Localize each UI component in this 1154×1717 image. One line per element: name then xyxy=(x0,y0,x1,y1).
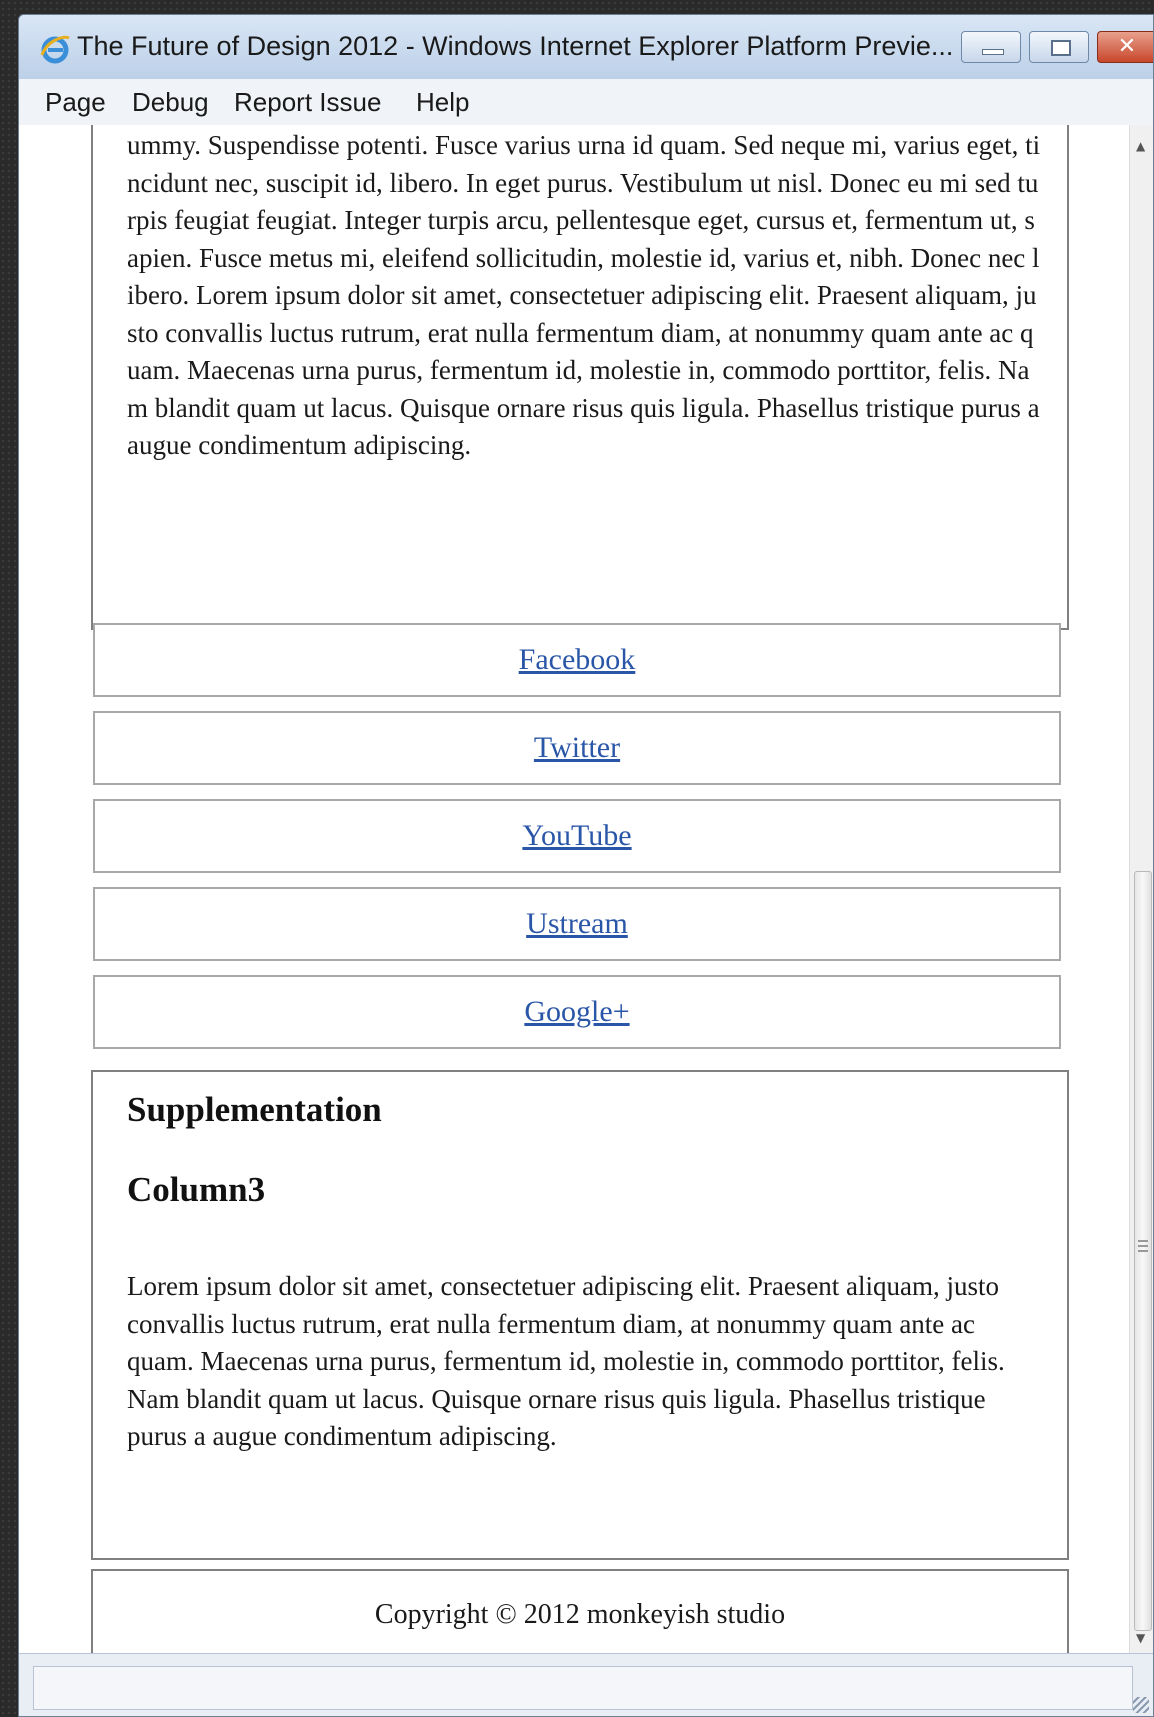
section-heading: Supplementation xyxy=(127,1090,382,1129)
page-footer: Copyright © 2012 monkeyish studio xyxy=(91,1569,1069,1653)
status-field xyxy=(33,1666,1133,1710)
minimize-button[interactable] xyxy=(961,31,1021,63)
status-bar xyxy=(19,1653,1153,1716)
menu-bar: Page Debug Report Issue Help xyxy=(19,79,1153,126)
copyright-text: Copyright © 2012 monkeyish studio xyxy=(374,1599,786,1630)
page-viewport[interactable]: ummy. Suspendisse potenti. Fusce varius … xyxy=(19,125,1129,1653)
vertical-scrollbar[interactable]: ▲ ▼ xyxy=(1129,125,1153,1653)
social-link-box: YouTube xyxy=(93,799,1061,873)
article-section: ummy. Suspendisse potenti. Fusce varius … xyxy=(91,125,1069,630)
social-link-box: Facebook xyxy=(93,623,1061,697)
twitter-link[interactable]: Twitter xyxy=(534,731,620,764)
ie-logo-icon xyxy=(40,35,70,64)
social-link-box: Ustream xyxy=(93,887,1061,961)
ustream-link[interactable]: Ustream xyxy=(526,907,628,940)
title-bar[interactable]: The Future of Design 2012 - Windows Inte… xyxy=(19,15,1153,79)
menu-item-report-issue[interactable]: Report Issue xyxy=(234,87,381,118)
close-icon: ✕ xyxy=(1117,34,1137,59)
grip-icon xyxy=(1138,1240,1148,1252)
supplementation-text: Lorem ipsum dolor sit amet, consectetuer… xyxy=(127,1271,1005,1451)
scrollbar-thumb[interactable] xyxy=(1134,871,1152,1631)
menu-item-debug[interactable]: Debug xyxy=(132,87,209,118)
window-title: The Future of Design 2012 - Windows Inte… xyxy=(77,31,954,61)
column-heading: Column3 xyxy=(127,1170,266,1209)
social-link-box: Google+ xyxy=(93,975,1061,1049)
google-plus-link[interactable]: Google+ xyxy=(524,995,629,1028)
social-link-box: Twitter xyxy=(93,711,1061,785)
article-text: ummy. Suspendisse potenti. Fusce varius … xyxy=(127,130,1041,460)
chevron-down-icon[interactable]: ▼ xyxy=(1136,1631,1145,1645)
maximize-button[interactable] xyxy=(1029,31,1089,63)
close-button[interactable]: ✕ xyxy=(1097,31,1153,63)
resize-grip-icon[interactable] xyxy=(1133,1697,1149,1713)
youtube-link[interactable]: YouTube xyxy=(522,819,631,852)
supplementation-section: Supplementation Column3 Lorem ipsum dolo… xyxy=(91,1070,1069,1560)
menu-item-page[interactable]: Page xyxy=(45,87,106,118)
facebook-link[interactable]: Facebook xyxy=(519,643,636,676)
chevron-up-icon[interactable]: ▲ xyxy=(1136,139,1145,153)
browser-window: The Future of Design 2012 - Windows Inte… xyxy=(18,14,1154,1717)
menu-item-help[interactable]: Help xyxy=(416,87,469,118)
